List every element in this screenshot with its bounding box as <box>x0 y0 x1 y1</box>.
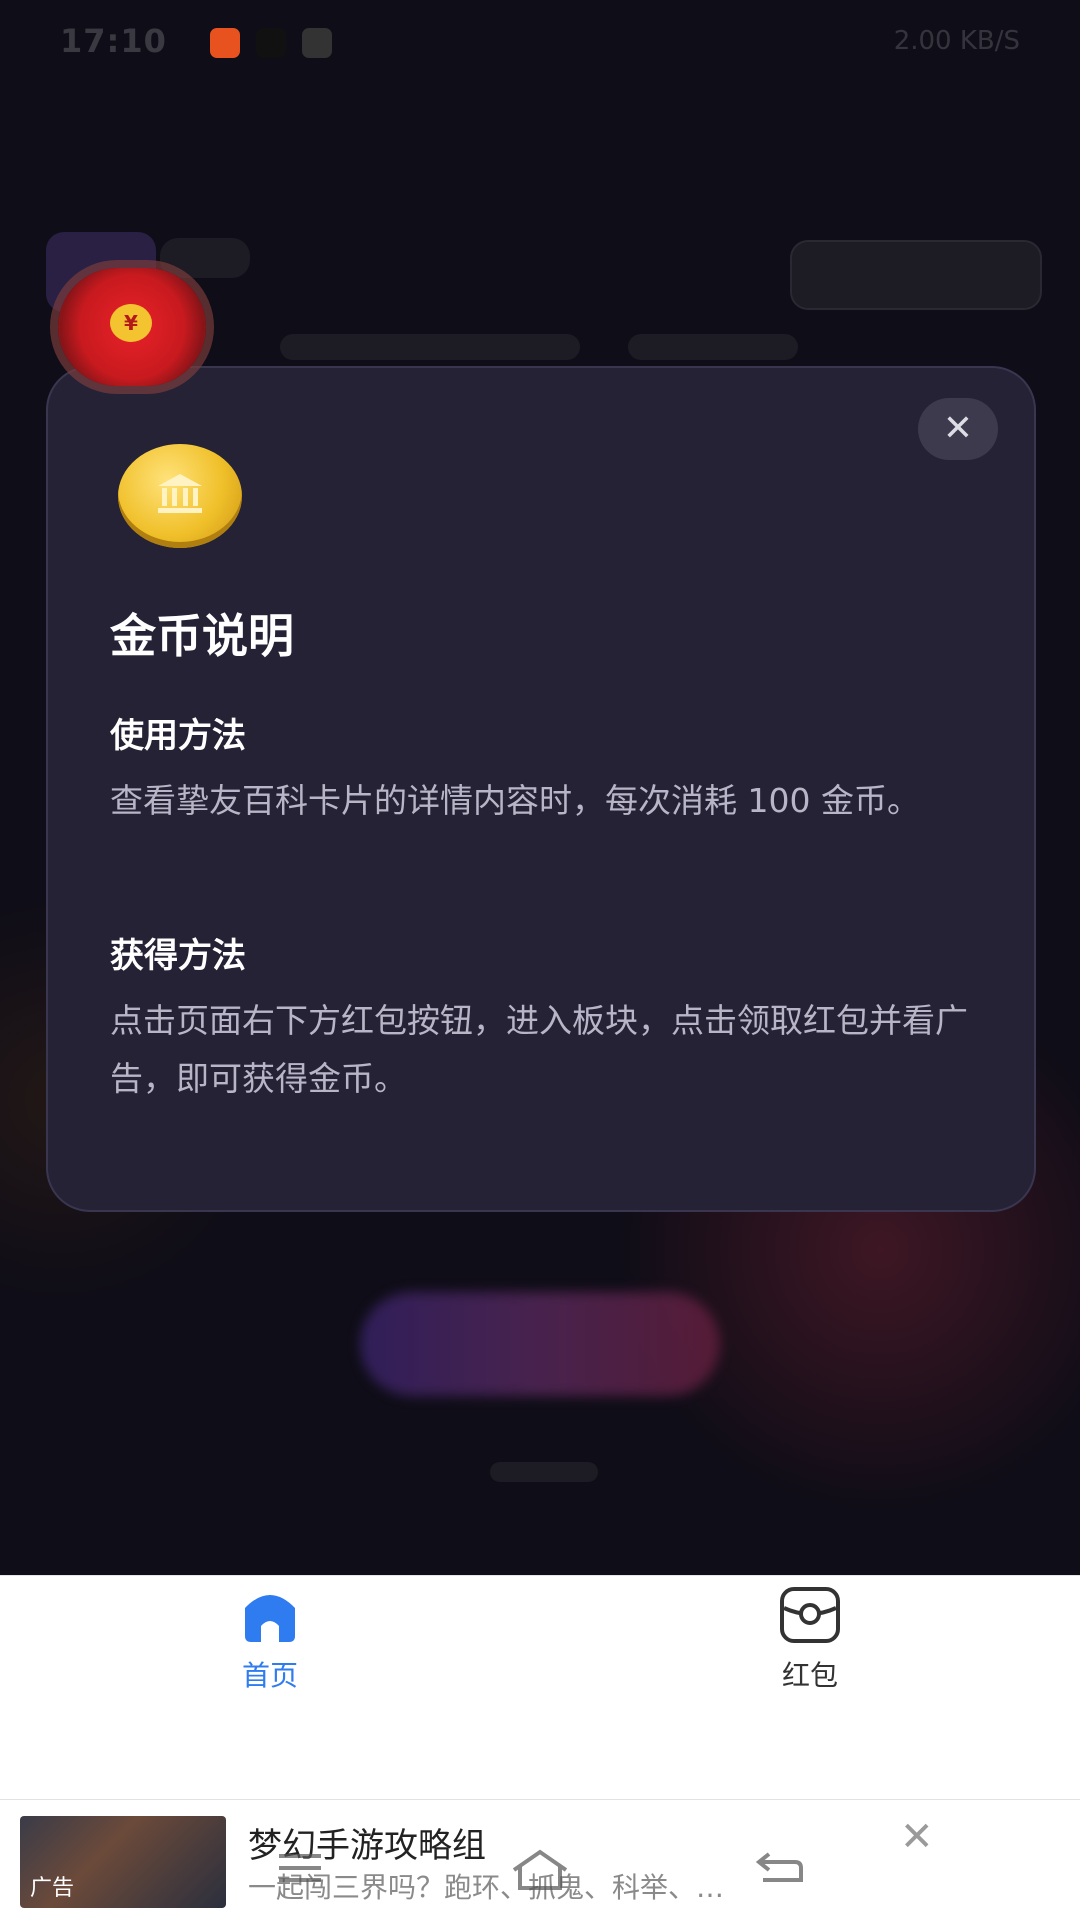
menu-icon[interactable] <box>275 1848 325 1888</box>
bg-title-block <box>160 238 250 278</box>
nav-label-red-packet: 红包 <box>781 1659 838 1692</box>
yuan-icon: ¥ <box>110 304 152 342</box>
bg-subtitle-block <box>280 334 580 360</box>
tiktok-app-icon <box>256 28 286 58</box>
bottom-nav: 首页 红包 <box>0 1575 1080 1800</box>
home-icon <box>245 1595 295 1642</box>
nav-item-home[interactable]: 首页 <box>190 1586 350 1694</box>
bg-button-block <box>790 240 1042 310</box>
usage-text: 查看挚友百科卡片的详情内容时，每次消耗 100 金币。 <box>110 781 920 820</box>
status-bar: 17:10 2.00 KB/S <box>0 0 1080 86</box>
nav-item-red-packet[interactable]: 红包 <box>730 1586 890 1694</box>
usage-heading: 使用方法 <box>110 716 246 756</box>
message-icon <box>302 28 332 58</box>
red-packet-icon <box>780 1587 840 1643</box>
bg-caption-block <box>490 1462 598 1482</box>
close-button[interactable]: ✕ <box>918 398 998 460</box>
gold-coin-icon <box>118 444 242 548</box>
earn-heading: 获得方法 <box>110 936 246 976</box>
nav-label-home: 首页 <box>241 1659 298 1692</box>
coin-info-modal: ✕ 金币说明 使用方法 查看挚友百科卡片的详情内容时，每次消耗 100 金币。 … <box>46 366 1036 1212</box>
bank-building-icon <box>158 474 202 513</box>
earn-text: 点击页面右下方红包按钮，进入板块，点击领取红包并看广告，即可获得金币。 <box>110 1001 968 1098</box>
back-icon[interactable] <box>755 1848 805 1888</box>
ad-close-button[interactable]: ✕ <box>900 1814 934 1860</box>
ad-thumbnail: 广告 <box>20 1816 226 1908</box>
modal-title: 金币说明 <box>110 609 294 663</box>
status-time: 17:10 <box>60 22 167 60</box>
bg-cta-button <box>360 1292 720 1396</box>
bg-subtitle-block-2 <box>628 334 798 360</box>
kuaishou-app-icon <box>210 28 240 58</box>
home-gesture-icon[interactable] <box>510 1848 570 1892</box>
network-speed: 2.00 KB/S <box>893 26 1020 56</box>
floating-red-packet-button[interactable]: ¥ <box>58 268 206 386</box>
ad-tag: 广告 <box>30 1876 75 1901</box>
